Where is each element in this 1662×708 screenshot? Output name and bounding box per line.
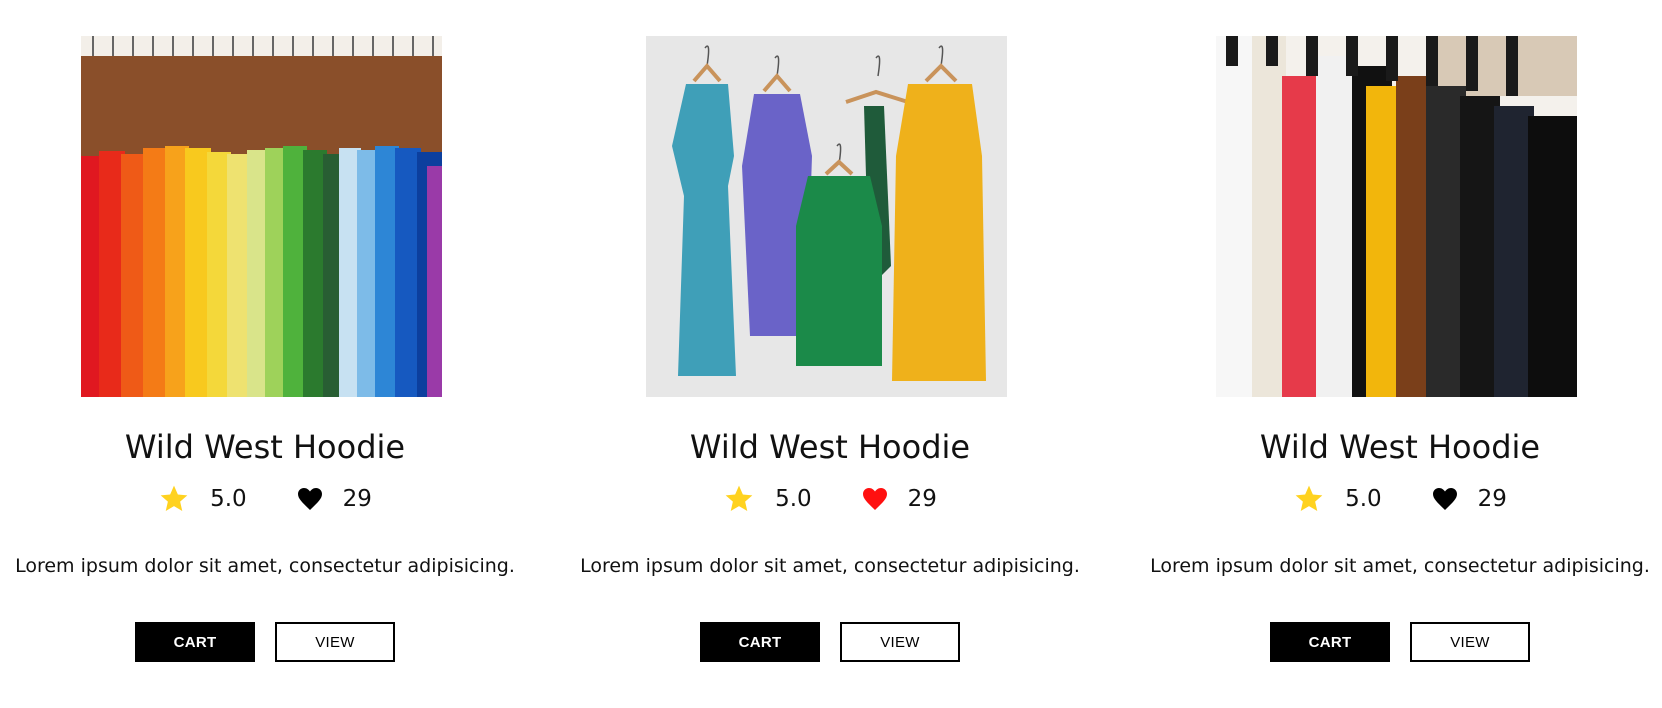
star-icon — [725, 485, 753, 511]
cart-button[interactable]: CART — [135, 622, 255, 662]
product-image[interactable] — [81, 36, 442, 397]
rack-shirts-image — [1216, 36, 1577, 397]
product-actions: CART VIEW — [565, 622, 1095, 662]
product-description: Lorem ipsum dolor sit amet, consectetur … — [1150, 555, 1650, 577]
product-card: Wild West Hoodie 5.0 29 Lorem ipsum dolo… — [0, 0, 540, 708]
product-grid: Wild West Hoodie 5.0 29 Lorem ipsum dolo… — [0, 0, 1662, 708]
cart-button[interactable]: CART — [1270, 622, 1390, 662]
rainbow-shirts-image — [81, 36, 442, 397]
product-meta: 5.0 29 — [0, 483, 530, 515]
product-actions: CART VIEW — [1135, 622, 1662, 662]
product-description: Lorem ipsum dolor sit amet, consectetur … — [15, 555, 515, 577]
hanging-garments-image — [646, 36, 1007, 397]
heart-icon[interactable] — [862, 487, 888, 511]
product-rating: 5.0 — [210, 486, 247, 512]
star-icon — [1295, 485, 1323, 511]
product-likes: 29 — [342, 486, 372, 512]
product-title[interactable]: Wild West Hoodie — [1135, 428, 1662, 466]
product-image[interactable] — [1216, 36, 1577, 397]
heart-icon[interactable] — [1432, 487, 1458, 511]
product-meta: 5.0 29 — [1135, 483, 1662, 515]
product-likes: 29 — [907, 486, 937, 512]
view-button[interactable]: VIEW — [1410, 622, 1530, 662]
product-image[interactable] — [646, 36, 1007, 397]
product-description: Lorem ipsum dolor sit amet, consectetur … — [580, 555, 1080, 577]
product-card: Wild West Hoodie 5.0 29 Lorem ipsum dolo… — [1135, 0, 1662, 708]
product-meta: 5.0 29 — [565, 483, 1095, 515]
heart-icon[interactable] — [297, 487, 323, 511]
product-rating: 5.0 — [1345, 486, 1382, 512]
product-title[interactable]: Wild West Hoodie — [565, 428, 1095, 466]
view-button[interactable]: VIEW — [275, 622, 395, 662]
product-card: Wild West Hoodie 5.0 29 Lorem ipsum dolo… — [565, 0, 1105, 708]
product-likes: 29 — [1477, 486, 1507, 512]
product-rating: 5.0 — [775, 486, 812, 512]
cart-button[interactable]: CART — [700, 622, 820, 662]
view-button[interactable]: VIEW — [840, 622, 960, 662]
star-icon — [160, 485, 188, 511]
product-title[interactable]: Wild West Hoodie — [0, 428, 530, 466]
product-actions: CART VIEW — [0, 622, 530, 662]
